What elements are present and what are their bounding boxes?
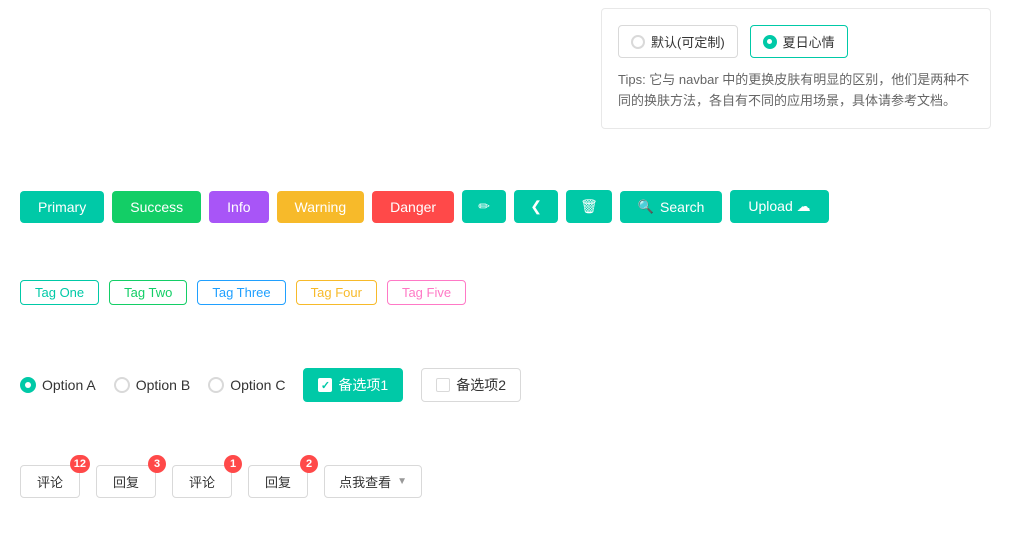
checkbox2-label: 备选项2 — [456, 375, 506, 395]
theme-active-dot — [763, 35, 777, 49]
option-c-dot — [208, 377, 224, 393]
option-a-label: Option A — [42, 377, 96, 393]
checkbox2-icon — [436, 378, 450, 392]
option-a-dot — [20, 377, 36, 393]
info-button[interactable]: Info — [209, 191, 268, 223]
option-a-radio[interactable]: Option A — [20, 377, 96, 393]
comment2-wrap: 评论 1 — [172, 465, 232, 498]
checkbox1-button[interactable]: 备选项1 — [303, 368, 403, 402]
checkbox1-icon — [318, 378, 332, 392]
danger-button[interactable]: Danger — [372, 191, 454, 223]
reply2-wrap: 回复 2 — [248, 465, 308, 498]
checkbox2-button[interactable]: 备选项2 — [421, 368, 521, 402]
reply1-badge: 3 — [148, 455, 166, 473]
success-button[interactable]: Success — [112, 191, 201, 223]
tag-four[interactable]: Tag Four — [296, 280, 377, 305]
theme-options: 默认(可定制) 夏日心情 — [618, 25, 974, 58]
theme-panel: 默认(可定制) 夏日心情 Tips: 它与 navbar 中的更换皮肤有明显的区… — [601, 8, 991, 129]
option-b-radio[interactable]: Option B — [114, 377, 190, 393]
dropdown-label: 点我查看 — [339, 472, 391, 491]
upload-button[interactable]: Upload ☁ — [730, 190, 828, 223]
badge-row: 评论 12 回复 3 评论 1 回复 2 点我查看 ▼ — [20, 465, 422, 498]
share-icon: ❮ — [530, 198, 542, 215]
reply1-button[interactable]: 回复 — [96, 465, 156, 498]
chevron-down-icon: ▼ — [397, 476, 407, 487]
tag-two[interactable]: Tag Two — [109, 280, 187, 305]
option-c-label: Option C — [230, 377, 285, 393]
primary-button[interactable]: Primary — [20, 191, 104, 223]
options-row: Option A Option B Option C 备选项1 备选项2 — [20, 368, 521, 402]
comment1-button[interactable]: 评论 — [20, 465, 80, 498]
comment1-wrap: 评论 12 — [20, 465, 80, 498]
delete-button[interactable]: 🗑 — [566, 190, 612, 223]
option-c-radio[interactable]: Option C — [208, 377, 285, 393]
reply2-button[interactable]: 回复 — [248, 465, 308, 498]
theme-default-radio[interactable]: 默认(可定制) — [618, 25, 738, 58]
warning-button[interactable]: Warning — [277, 191, 365, 223]
tip-text: Tips: 它与 navbar 中的更换皮肤有明显的区别，他们是两种不同的换肤方… — [618, 70, 974, 112]
tags-row: Tag One Tag Two Tag Three Tag Four Tag F… — [20, 280, 466, 305]
button-row: Primary Success Info Warning Danger ✏ ❮ … — [20, 190, 829, 223]
theme-active-label: 夏日心情 — [783, 32, 835, 51]
delete-icon: 🗑 — [580, 198, 598, 215]
checkbox1-label: 备选项1 — [338, 375, 388, 395]
theme-default-label: 默认(可定制) — [651, 32, 725, 51]
reply2-badge: 2 — [300, 455, 318, 473]
comment2-button[interactable]: 评论 — [172, 465, 232, 498]
reply1-wrap: 回复 3 — [96, 465, 156, 498]
tag-five[interactable]: Tag Five — [387, 280, 466, 305]
comment1-badge: 12 — [70, 455, 90, 473]
edit-button[interactable]: ✏ — [462, 190, 506, 223]
theme-active-radio[interactable]: 夏日心情 — [750, 25, 848, 58]
tag-one[interactable]: Tag One — [20, 280, 99, 305]
option-b-label: Option B — [136, 377, 190, 393]
theme-default-dot — [631, 35, 645, 49]
option-b-dot — [114, 377, 130, 393]
edit-icon: ✏ — [478, 198, 490, 215]
dropdown-button[interactable]: 点我查看 ▼ — [324, 465, 422, 498]
search-button[interactable]: 🔍 Search — [620, 191, 723, 223]
tag-three[interactable]: Tag Three — [197, 280, 285, 305]
search-icon: 🔍 — [638, 199, 654, 215]
comment2-badge: 1 — [224, 455, 242, 473]
share-button[interactable]: ❮ — [514, 190, 558, 223]
